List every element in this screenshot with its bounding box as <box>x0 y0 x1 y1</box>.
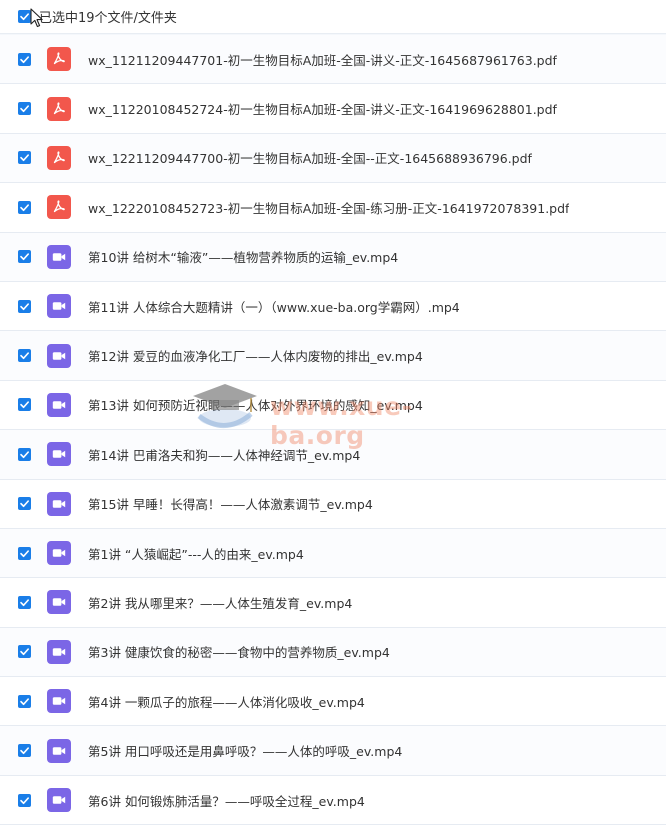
file-row[interactable]: wx_11220108452724-初一生物目标A加班-全国-讲义-正文-164… <box>0 84 666 134</box>
checkmark-icon <box>20 451 29 458</box>
checkmark-icon <box>20 105 29 113</box>
file-checkbox[interactable] <box>18 151 31 165</box>
file-checkbox[interactable] <box>18 102 31 116</box>
pdf-icon <box>47 195 71 220</box>
file-row[interactable]: 第12讲 爱豆的血液净化工厂——人体内废物的排出_ev.mp4 <box>0 331 666 381</box>
file-row[interactable]: 第10讲 给树木“输液”——植物营养物质的运输_ev.mp4 <box>0 232 666 282</box>
video-icon <box>47 392 71 417</box>
checkmark-icon <box>20 500 29 508</box>
file-checkbox[interactable] <box>18 645 31 659</box>
file-row[interactable]: wx_12211209447700-初一生物目标A加班-全国--正文-16456… <box>0 133 666 184</box>
file-checkbox[interactable] <box>18 595 31 609</box>
video-icon <box>47 541 71 566</box>
pdf-icon <box>47 96 71 121</box>
file-row[interactable]: 第15讲 早睡！长得高！——人体激素调节_ev.mp4 <box>0 479 666 529</box>
file-row[interactable]: 第13讲 如何预防近视眼——人体对外界环境的感知_ev.mp4 <box>0 380 666 431</box>
video-icon <box>47 689 71 714</box>
file-row[interactable]: wx_12220108452723-初一生物目标A加班-全国-练习册-正文-16… <box>0 183 666 233</box>
file-name[interactable]: 第15讲 早睡！长得高！——人体激素调节_ev.mp4 <box>88 494 373 513</box>
file-name[interactable]: 第10讲 给树木“输液”——植物营养物质的运输_ev.mp4 <box>88 247 398 266</box>
checkmark-icon <box>20 55 29 63</box>
pdf-icon <box>47 47 71 72</box>
file-name[interactable]: wx_11220108452724-初一生物目标A加班-全国-讲义-正文-164… <box>88 99 557 118</box>
file-name[interactable]: wx_12211209447700-初一生物目标A加班-全国--正文-16456… <box>88 148 532 167</box>
checkmark-icon <box>20 747 29 755</box>
file-checkbox[interactable] <box>18 398 31 412</box>
video-icon <box>47 738 71 763</box>
video-icon <box>47 343 71 368</box>
checkmark-icon <box>20 648 29 656</box>
file-name[interactable]: wx_11211209447701-初一生物目标A加班-全国-讲义-正文-164… <box>88 50 557 69</box>
checkmark-icon <box>20 698 29 705</box>
file-name[interactable]: 第12讲 爱豆的血液净化工厂——人体内废物的排出_ev.mp4 <box>88 346 423 365</box>
file-name[interactable]: 第3讲 健康饮食的秘密——食物中的营养物质_ev.mp4 <box>88 642 390 661</box>
video-icon <box>47 590 71 615</box>
file-row[interactable]: wx_11211209447701-初一生物目标A加班-全国-讲义-正文-164… <box>0 35 666 85</box>
file-name[interactable]: 第6讲 如何锻炼肺活量？——呼吸全过程_ev.mp4 <box>88 791 365 810</box>
checkmark-icon <box>20 352 29 360</box>
checkmark-icon <box>20 154 29 162</box>
select-all-checkbox[interactable] <box>18 10 31 23</box>
file-checkbox[interactable] <box>18 200 31 214</box>
checkmark-icon <box>20 204 29 211</box>
file-row[interactable]: 第1讲 “人猿崛起”---人的由来_ev.mp4 <box>0 528 666 579</box>
file-checkbox[interactable] <box>18 299 31 313</box>
file-name[interactable]: 第2讲 我从哪里来？——人体生殖发育_ev.mp4 <box>88 593 352 612</box>
file-row[interactable]: 第2讲 我从哪里来？——人体生殖发育_ev.mp4 <box>0 578 666 628</box>
checkmark-icon <box>20 599 29 607</box>
file-name[interactable]: 第1讲 “人猿崛起”---人的由来_ev.mp4 <box>88 544 304 563</box>
checkmark-icon <box>20 302 29 310</box>
file-row[interactable]: 第3讲 健康饮食的秘密——食物中的营养物质_ev.mp4 <box>0 627 666 678</box>
file-name[interactable]: 第13讲 如何预防近视眼——人体对外界环境的感知_ev.mp4 <box>88 395 423 414</box>
file-list: wx_11211209447701-初一生物目标A加班-全国-讲义-正文-164… <box>0 35 666 825</box>
video-icon <box>47 639 71 664</box>
file-checkbox[interactable] <box>18 694 31 708</box>
file-checkbox[interactable] <box>18 744 31 758</box>
file-name[interactable]: 第11讲 人体综合大题精讲（一）（www.xue-ba.org学霸网）.mp4 <box>88 297 460 316</box>
video-icon <box>47 294 71 319</box>
file-checkbox[interactable] <box>18 793 31 807</box>
pdf-icon <box>47 145 71 170</box>
video-icon <box>47 491 71 516</box>
video-icon <box>47 244 71 269</box>
file-checkbox[interactable] <box>18 250 31 264</box>
file-name[interactable]: 第14讲 巴甫洛夫和狗——人体神经调节_ev.mp4 <box>88 445 360 464</box>
file-row[interactable]: 第5讲 用口呼吸还是用鼻呼吸？——人体的呼吸_ev.mp4 <box>0 726 666 776</box>
file-checkbox[interactable] <box>18 497 31 511</box>
selection-header: 已选中19个文件/文件夹 <box>0 0 666 34</box>
video-icon <box>47 788 71 813</box>
file-checkbox[interactable] <box>18 349 31 363</box>
selection-count-label: 已选中19个文件/文件夹 <box>39 11 177 26</box>
file-checkbox[interactable] <box>18 52 31 66</box>
checkmark-icon <box>20 401 29 409</box>
checkmark-icon <box>20 13 29 21</box>
file-row[interactable]: 第6讲 如何锻炼肺活量？——呼吸全过程_ev.mp4 <box>0 775 666 825</box>
file-name[interactable]: wx_12220108452723-初一生物目标A加班-全国-练习册-正文-16… <box>88 198 569 217</box>
file-row[interactable]: 第4讲 一颗瓜子的旅程——人体消化吸收_ev.mp4 <box>0 677 666 727</box>
file-checkbox[interactable] <box>18 447 31 461</box>
file-name[interactable]: 第5讲 用口呼吸还是用鼻呼吸？——人体的呼吸_ev.mp4 <box>88 741 402 760</box>
file-name[interactable]: 第4讲 一颗瓜子的旅程——人体消化吸收_ev.mp4 <box>88 692 365 711</box>
file-row[interactable]: 第11讲 人体综合大题精讲（一）（www.xue-ba.org学霸网）.mp4 <box>0 281 666 332</box>
file-row[interactable]: 第14讲 巴甫洛夫和狗——人体神经调节_ev.mp4 <box>0 430 666 480</box>
checkmark-icon <box>20 549 29 557</box>
checkmark-icon <box>20 253 29 261</box>
checkmark-icon <box>20 796 29 804</box>
file-checkbox[interactable] <box>18 546 31 560</box>
video-icon <box>47 442 71 467</box>
